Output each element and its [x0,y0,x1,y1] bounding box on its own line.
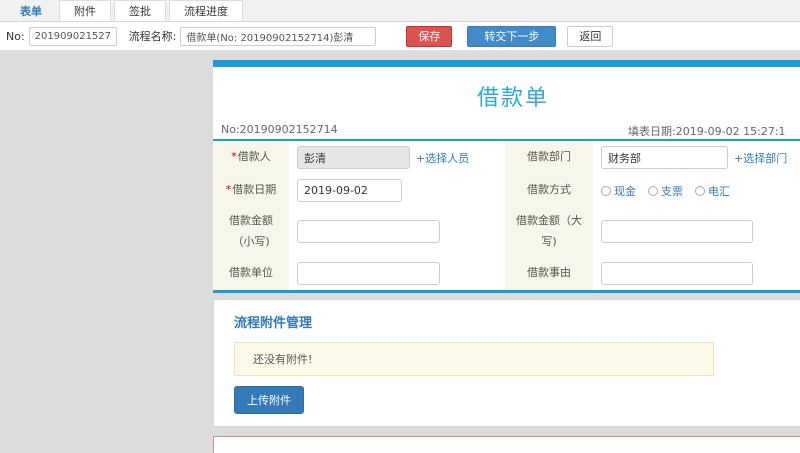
back-button[interactable]: 返回 [567,25,614,47]
loan-reason-label: 借款事由 [505,256,593,290]
main-panel: 借款单 No:20190902152714 填表日期:2019-09-02 15… [213,60,800,453]
department-input[interactable] [601,146,728,169]
page-title: 借款单 [476,86,549,111]
attachment-panel: 流程附件管理 还没有附件! 上传附件 [213,298,800,427]
form-bottom-accent-bar [213,289,800,293]
radio-icon[interactable] [648,185,658,196]
tab-attachment[interactable]: 附件 [59,0,111,21]
amount-lower-label: 借款金额（小写) [213,207,289,257]
fill-date: 填表日期:2019-09-02 15:27:1 [628,125,786,138]
amount-upper-label: 借款金额（大写) [505,207,593,257]
upload-attachment-button[interactable]: 上传附件 [234,385,304,414]
loan-unit-label: 借款单位 [213,256,289,290]
approval-panel: 流程签批意见 B I abc 123 [213,435,800,453]
select-department-link[interactable]: +选择部门 [734,150,787,166]
method-option-cash[interactable]: 现金 [601,183,636,199]
forward-next-step-button[interactable]: 转交下一步 [467,25,557,47]
amount-upper-input[interactable] [601,220,753,244]
loan-date-label: *借款日期 [213,174,289,207]
process-name-label: 流程名称: [128,30,177,43]
method-option-wire[interactable]: 电汇 [695,183,730,199]
department-label: 借款部门 [505,141,593,174]
form-grid: *借款人 +选择人员 借款部门 +选择部门 *借款日期 借款方式 现金 [213,141,800,290]
tab-progress[interactable]: 流程进度 [169,0,243,21]
form-meta-row: No:20190902152714 填表日期:2019-09-02 15:27:… [213,121,800,141]
tab-sign[interactable]: 签批 [114,0,166,21]
save-button[interactable]: 保存 [406,25,453,47]
radio-icon[interactable] [601,185,611,196]
form-top-accent-bar [213,60,800,67]
method-option-check[interactable]: 支票 [648,183,683,199]
borrower-input[interactable] [297,146,410,169]
required-mark: * [231,150,237,164]
amount-lower-input[interactable] [297,220,440,244]
borrower-label: *借款人 [213,141,289,174]
loan-date-input[interactable] [297,179,402,202]
loan-unit-input[interactable] [297,261,440,285]
process-name-input[interactable] [180,26,377,46]
document-number: No:20190902152714 [221,123,338,136]
attachment-heading: 流程附件管理 [234,315,313,331]
loan-method-label: 借款方式 [505,174,593,207]
required-mark: * [225,183,232,197]
no-label: No: [6,29,25,43]
tab-form[interactable]: 表单 [6,0,56,21]
radio-icon[interactable] [695,185,705,196]
no-attachment-alert: 还没有附件! [234,341,714,376]
no-input[interactable] [28,26,117,46]
select-person-link[interactable]: +选择人员 [416,150,469,166]
loan-form-panel: 借款单 No:20190902152714 填表日期:2019-09-02 15… [213,67,800,293]
action-toolbar: No: 流程名称: 保存 转交下一步 返回 [0,22,800,51]
tab-bar: 表单 附件 签批 流程进度 [0,0,800,22]
loan-reason-input[interactable] [601,261,753,285]
